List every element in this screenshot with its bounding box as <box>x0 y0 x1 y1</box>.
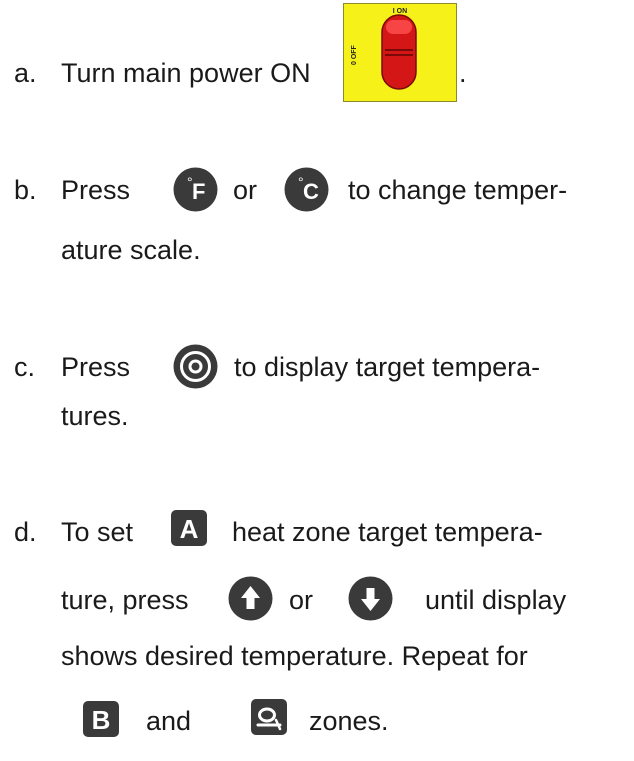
step-text: Turn main power ON <box>61 58 311 88</box>
ture-press-text: ture, press <box>61 585 189 615</box>
step-text-cont: ature scale. <box>61 235 201 265</box>
zone-q-button-icon[interactable] <box>250 698 288 736</box>
zone-b-button-icon[interactable]: B <box>82 700 120 738</box>
step-text: to display target tempera- <box>234 352 541 382</box>
celsius-button-icon[interactable]: ° C <box>283 166 330 213</box>
step-marker: b. <box>14 175 37 205</box>
step-text-cont: tures. <box>61 401 129 431</box>
to-set-text: To set <box>61 517 134 547</box>
svg-text:C: C <box>303 179 319 204</box>
zone-a-button-icon[interactable]: A <box>170 509 208 547</box>
step-text: heat zone target tempera- <box>232 517 543 547</box>
svg-text:F: F <box>192 179 205 204</box>
or-text: or <box>233 175 258 205</box>
step-marker: a. <box>14 58 37 88</box>
switch-on-label: I ON <box>393 8 407 15</box>
step-marker: c. <box>14 352 36 382</box>
press-text: Press <box>61 352 131 382</box>
power-switch-icon[interactable]: I ON 0 OFF <box>343 3 457 102</box>
svg-text:A: A <box>180 514 199 544</box>
target-button-icon[interactable] <box>172 343 219 390</box>
zones-text: zones. <box>309 706 389 736</box>
fahrenheit-button-icon[interactable]: ° F <box>172 166 219 213</box>
switch-off-label: 0 OFF <box>351 44 358 65</box>
step-marker: d. <box>14 517 37 547</box>
down-arrow-button-icon[interactable] <box>347 575 394 622</box>
and-text: and <box>146 706 192 736</box>
until-text: until display <box>425 585 567 615</box>
up-arrow-button-icon[interactable] <box>227 575 274 622</box>
or-text: or <box>289 585 314 615</box>
step-text: to change temper- <box>348 175 568 205</box>
press-text: Press <box>61 175 131 205</box>
svg-text:B: B <box>92 705 111 735</box>
step-text-cont: shows desired temperature. Repeat for <box>61 641 528 671</box>
step-suffix: . <box>459 58 467 88</box>
